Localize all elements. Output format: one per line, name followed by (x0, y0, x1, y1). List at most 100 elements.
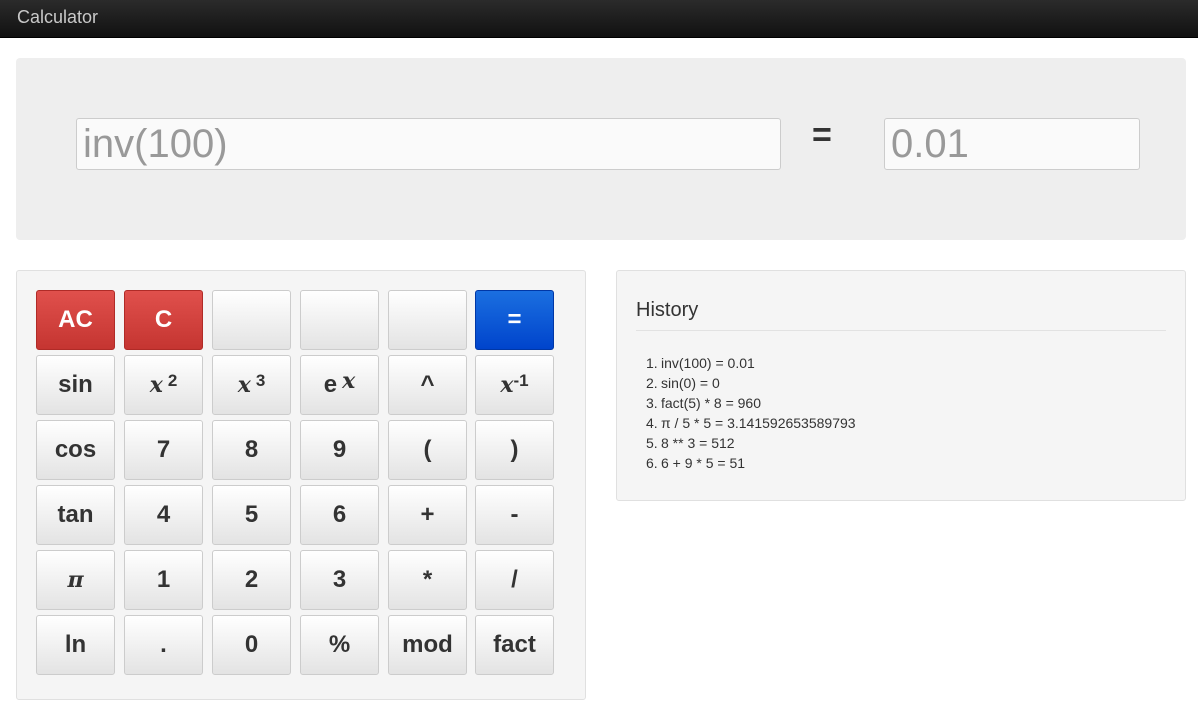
ln-button[interactable]: ln (36, 615, 115, 675)
cos-button[interactable]: cos (36, 420, 115, 480)
navbar: Calculator (0, 0, 1198, 38)
history-entry-number: 3. (646, 395, 658, 411)
key-label: / (511, 566, 518, 593)
key-label: - (510, 501, 519, 528)
blank-key-1[interactable] (212, 290, 291, 350)
pi-button[interactable]: π (36, 550, 115, 610)
history-list: 1. inv(100) = 0.01 2. sin(0) = 0 3. fact(5) *… (646, 353, 856, 473)
result-field[interactable] (884, 118, 1140, 170)
key-label: AC (58, 306, 93, 333)
key-label: 7 (156, 436, 171, 463)
key-label: ^ (420, 371, 435, 398)
history-entry-number: 5. (646, 435, 658, 451)
key-superscript: 3 (255, 371, 266, 390)
history-entry-text: inv(100) = 0.01 (661, 355, 755, 371)
app-title[interactable]: Calculator (17, 7, 98, 28)
open-paren-button[interactable]: ( (388, 420, 467, 480)
key-label: ) (510, 436, 519, 463)
key-label: * (422, 566, 433, 593)
history-entry-number: 2. (646, 375, 658, 391)
history-entry[interactable]: 4. π / 5 * 5 = 3.141592653589793 (646, 413, 856, 433)
key-label: x (500, 372, 514, 398)
digit-2-button[interactable]: 2 (212, 550, 291, 610)
all-clear-button[interactable]: AC (36, 290, 115, 350)
cube-button[interactable]: x3 (212, 355, 291, 415)
keypad: AC C = sin x 2 x 3 e x ^ x -1 cos 7 8 9() tan 4 5 6 + - π 1 2 3 * / l… (16, 270, 586, 700)
digit-8-button[interactable]: 8 (212, 420, 291, 480)
digit-5-button[interactable]: 5 (212, 485, 291, 545)
key-label: sin (58, 371, 93, 398)
key-label: 2 (244, 566, 259, 593)
key-label: fact (493, 631, 536, 658)
key-label: ln (64, 631, 87, 658)
history-entry-text: π / 5 * 5 = 3.141592653589793 (661, 415, 856, 431)
decimal-button[interactable]: . (124, 615, 203, 675)
history-entry-number: 1. (646, 355, 658, 371)
mod-button[interactable]: mod (388, 615, 467, 675)
key-label: + (420, 501, 435, 528)
display-panel: = (16, 58, 1186, 240)
key-label: 4 (156, 501, 171, 528)
equals-button[interactable]: = (475, 290, 554, 350)
key-label: 6 (332, 501, 347, 528)
history-entry-text: 6 + 9 * 5 = 51 (661, 455, 746, 471)
history-entry-text: 8 ** 3 = 512 (661, 435, 735, 451)
sin-button[interactable]: sin (36, 355, 115, 415)
percent-button[interactable]: % (300, 615, 379, 675)
key-label: 8 (244, 436, 259, 463)
history-entry-number: 4. (646, 415, 658, 431)
exp-button[interactable]: ex (300, 355, 379, 415)
blank-key-3[interactable] (388, 290, 467, 350)
digit-4-button[interactable]: 4 (124, 485, 203, 545)
key-label: x (237, 372, 251, 398)
history-entry[interactable]: 5. 8 ** 3 = 512 (646, 433, 856, 453)
expression-input[interactable] (76, 118, 781, 170)
minus-button[interactable]: - (475, 485, 554, 545)
digit-9-button[interactable]: 9 (300, 420, 379, 480)
history-entry-text: sin(0) = 0 (661, 375, 720, 391)
digit-1-button[interactable]: 1 (124, 550, 203, 610)
equals-label: = (812, 116, 832, 154)
history-entry[interactable]: 6. 6 + 9 * 5 = 51 (646, 453, 856, 473)
blank-key-2[interactable] (300, 290, 379, 350)
key-label: 0 (244, 631, 259, 658)
key-label: = (507, 306, 522, 333)
plus-button[interactable]: + (388, 485, 467, 545)
inverse-button[interactable]: x -1 (475, 355, 554, 415)
key-label: 3 (332, 566, 347, 593)
key-label: % (328, 631, 351, 658)
key-label: 9 (332, 436, 347, 463)
key-label: ( (423, 436, 432, 463)
key-label: tan (57, 501, 94, 528)
close-paren-button[interactable]: ) (475, 420, 554, 480)
key-superscript: x (342, 368, 356, 394)
digit-6-button[interactable]: 6 (300, 485, 379, 545)
power-button[interactable]: ^ (388, 355, 467, 415)
history-entry[interactable]: 3. fact(5) * 8 = 960 (646, 393, 856, 413)
divide-button[interactable]: / (475, 550, 554, 610)
history-entry[interactable]: 1. inv(100) = 0.01 (646, 353, 856, 373)
key-label: x (149, 372, 163, 398)
key-label: 5 (244, 501, 259, 528)
key-label: cos (54, 436, 97, 463)
digit-0-button[interactable]: 0 (212, 615, 291, 675)
digit-3-button[interactable]: 3 (300, 550, 379, 610)
key-label: π (67, 567, 84, 593)
key-label: 1 (156, 566, 171, 593)
fact-button[interactable]: fact (475, 615, 554, 675)
history-divider (636, 330, 1166, 331)
key-label: C (154, 306, 173, 333)
key-label: e (323, 371, 338, 398)
history-entry[interactable]: 2. sin(0) = 0 (646, 373, 856, 393)
history-title: History (636, 299, 699, 321)
key-label: . (160, 631, 167, 658)
digit-7-button[interactable]: 7 (124, 420, 203, 480)
clear-button[interactable]: C (124, 290, 203, 350)
multiply-button[interactable]: * (388, 550, 467, 610)
history-panel: History 1. inv(100) = 0.01 2. sin(0) = 0 3. f… (616, 270, 1186, 501)
history-entry-text: fact(5) * 8 = 960 (661, 395, 762, 411)
key-label: mod (402, 631, 453, 658)
tan-button[interactable]: tan (36, 485, 115, 545)
square-button[interactable]: x2 (124, 355, 203, 415)
key-superscript: -1 (513, 371, 529, 390)
